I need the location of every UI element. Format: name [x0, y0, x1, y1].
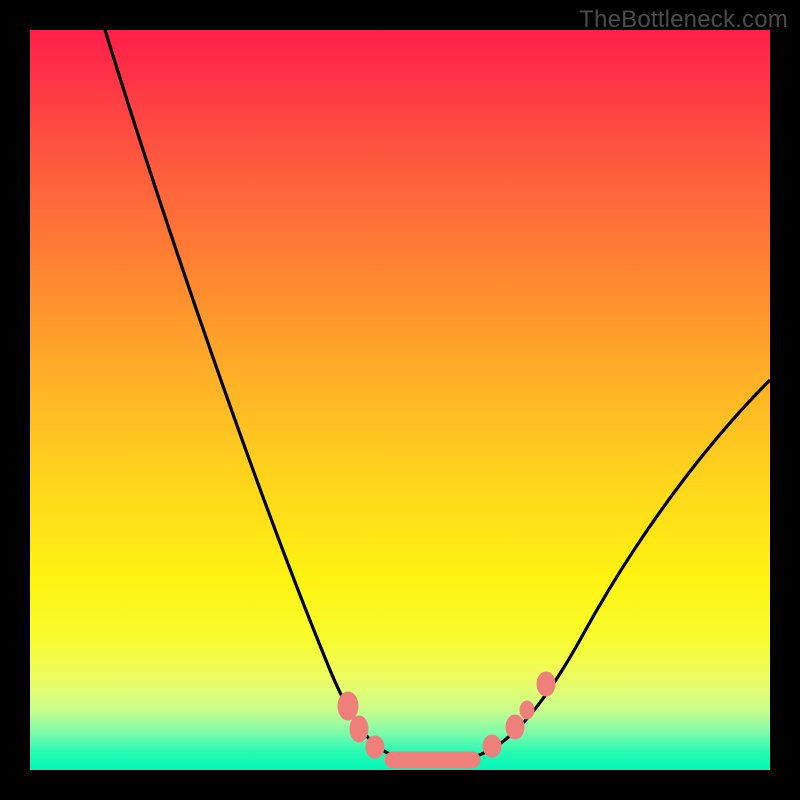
dot — [366, 736, 384, 758]
dot — [483, 735, 501, 757]
bottom-dot-cluster — [338, 672, 555, 768]
dot — [350, 716, 368, 742]
dot — [506, 715, 524, 739]
dot — [537, 672, 555, 696]
chart-frame: TheBottleneck.com — [0, 0, 800, 800]
dot — [338, 692, 358, 720]
plot-area — [30, 30, 770, 770]
curve-path — [105, 30, 770, 760]
dot-bar — [385, 752, 480, 768]
watermark-text: TheBottleneck.com — [579, 6, 788, 34]
dot — [520, 701, 534, 719]
bottleneck-curve-svg — [30, 30, 770, 770]
